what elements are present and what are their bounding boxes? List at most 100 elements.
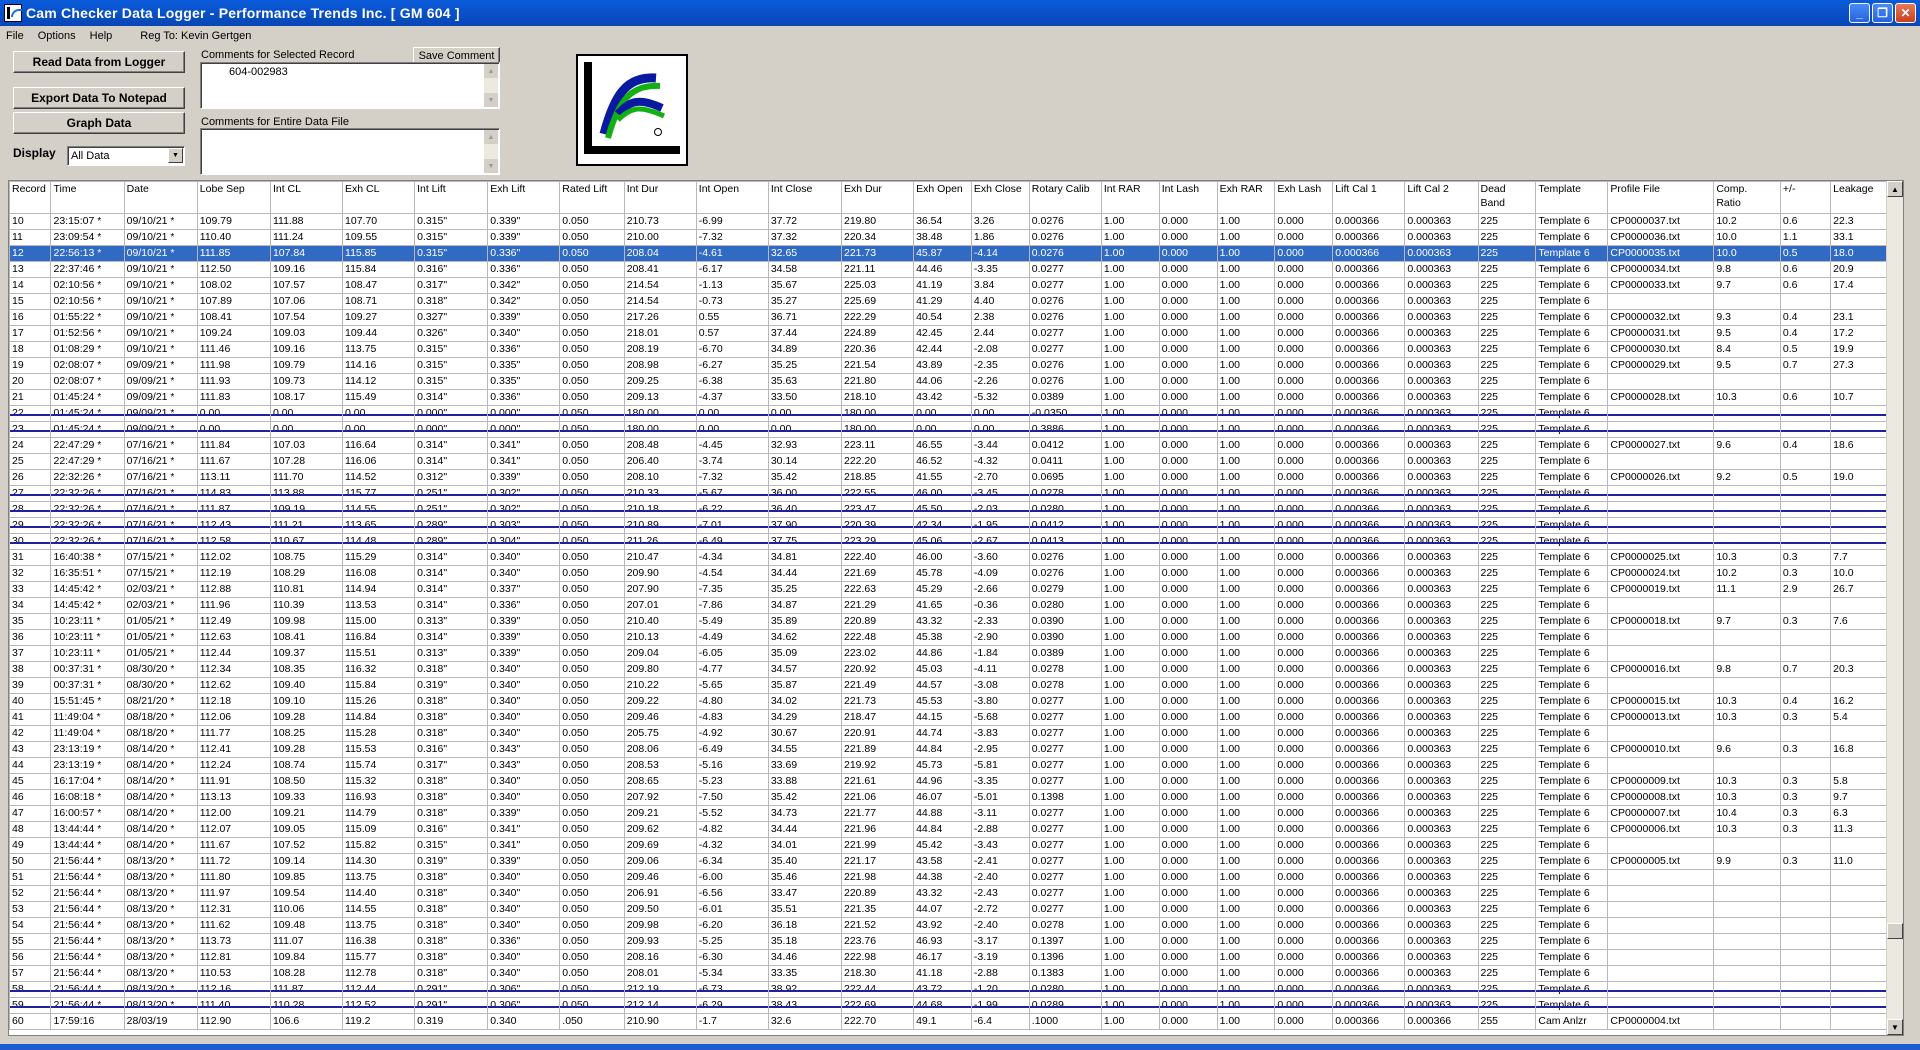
graph-data-button[interactable]: Graph Data xyxy=(13,112,185,134)
table-row[interactable]: 23 01:45:24 * 09/09/21 * 0.00 0.00 0.00 0.000"… xyxy=(9,421,1887,438)
column-header[interactable]: Lobe Sep xyxy=(196,181,271,214)
table-row[interactable]: 58 21:56:44 * 08/13/20 * 112.16 111.87 112.44… xyxy=(9,981,1887,998)
table-row[interactable]: 54 21:56:44 * 08/13/20 * 111.62 109.48 113.75… xyxy=(9,917,1887,934)
column-header[interactable]: Int Open xyxy=(695,181,769,214)
column-header[interactable]: +/- xyxy=(1779,181,1832,214)
table-row[interactable]: 12 22:56:13 * 09/10/21 * 111.85 107.84 115.85… xyxy=(9,245,1887,262)
column-header[interactable]: Time xyxy=(50,181,125,214)
column-header[interactable]: Dead Band xyxy=(1477,181,1537,214)
table-row[interactable]: 22 01:45:24 * 09/09/21 * 0.00 0.00 0.00 0.000"… xyxy=(9,405,1887,422)
column-header[interactable]: Exh RAR xyxy=(1216,181,1276,214)
grid-scrollbar[interactable]: ▲ ▼ xyxy=(1886,181,1903,1035)
table-row[interactable]: 35 10:23:11 * 01/05/21 * 112.49 109.98 115.00… xyxy=(9,613,1887,630)
scroll-down-icon[interactable]: ▼ xyxy=(484,159,498,173)
export-data-button[interactable]: Export Data To Notepad xyxy=(13,87,185,109)
column-header[interactable]: Date xyxy=(123,181,198,214)
table-row[interactable]: 49 13:44:44 * 08/14/20 * 111.67 107.52 115.82… xyxy=(9,837,1887,854)
table-row[interactable]: 10 23:15:07 * 09/10/21 * 109.79 111.88 107.70… xyxy=(9,213,1887,230)
read-data-button[interactable]: Read Data from Logger xyxy=(13,51,185,73)
table-row[interactable]: 31 16:40:38 * 07/15/21 * 112.02 108.75 115.29… xyxy=(9,549,1887,566)
minimize-icon[interactable]: _ xyxy=(1849,3,1870,23)
column-header[interactable]: Record xyxy=(9,181,52,214)
table-row[interactable]: 34 14:45:42 * 02/03/21 * 111.96 110.39 113.53… xyxy=(9,597,1887,614)
table-row[interactable]: 50 21:56:44 * 08/13/20 * 111.72 109.14 114.30… xyxy=(9,853,1887,870)
table-row[interactable]: 32 16:35:51 * 07/15/21 * 112.19 108.29 116.08… xyxy=(9,565,1887,582)
table-row[interactable]: 55 21:56:44 * 08/13/20 * 113.73 111.07 116.38… xyxy=(9,933,1887,950)
scroll-up-icon[interactable]: ▲ xyxy=(1887,181,1903,197)
table-row[interactable]: 30 22:32:26 * 07/16/21 * 112.58 110.67 114.48… xyxy=(9,533,1887,550)
menu-help[interactable]: Help xyxy=(90,30,113,42)
table-row[interactable]: 26 22:32:26 * 07/16/21 * 113.11 111.70 114.52… xyxy=(9,469,1887,486)
column-header[interactable]: Int Lash xyxy=(1158,181,1218,214)
table-row[interactable]: 29 22:32:26 * 07/16/21 * 112.43 111.21 113.65… xyxy=(9,517,1887,534)
column-header[interactable]: Comp. Ratio xyxy=(1713,181,1781,214)
table-row[interactable]: 43 23:13:19 * 08/14/20 * 112.41 109.28 115.53… xyxy=(9,741,1887,758)
column-header[interactable]: Profile File xyxy=(1607,181,1715,214)
table-row[interactable]: 13 22:37:46 * 09/10/21 * 112.50 109.16 115.84… xyxy=(9,261,1887,278)
column-header[interactable]: Exh Open xyxy=(913,181,972,214)
column-header[interactable]: Int Close xyxy=(767,181,843,214)
table-row[interactable]: 24 22:47:29 * 07/16/21 * 111.84 107.03 116.64… xyxy=(9,437,1887,454)
table-row[interactable]: 46 16:08:18 * 08/14/20 * 113.13 109.33 116.93… xyxy=(9,789,1887,806)
table-row[interactable]: 60 17:59:16 28/03/19 112.90 106.6 119.2 0.319 0… xyxy=(9,1013,1887,1030)
table-row[interactable]: 15 02:10:56 * 09/10/21 * 107.89 107.06 108.71… xyxy=(9,293,1887,310)
table-row[interactable]: 44 23:13:19 * 08/14/20 * 112.24 108.74 115.74… xyxy=(9,757,1887,774)
column-header[interactable]: Exh Lift xyxy=(487,181,561,214)
table-row[interactable]: 53 21:56:44 * 08/13/20 * 112.31 110.06 114.55… xyxy=(9,901,1887,918)
scroll-down-icon[interactable]: ▼ xyxy=(1887,1019,1903,1035)
scroll-down-icon[interactable]: ▼ xyxy=(484,93,498,107)
table-row[interactable]: 59 21:56:44 * 08/13/20 * 111.40 110.28 112.52… xyxy=(9,997,1887,1014)
table-row[interactable]: 19 02:08:07 * 09/09/21 * 111.98 109.79 114.16… xyxy=(9,357,1887,374)
column-header[interactable]: Lift Cal 2 xyxy=(1404,181,1479,214)
column-header[interactable]: Int Dur xyxy=(623,181,697,214)
table-row[interactable]: 39 00:37:31 * 08/30/20 * 112.62 109.40 115.84… xyxy=(9,677,1887,694)
table-row[interactable]: 18 01:08:29 * 09/10/21 * 111.46 109.16 113.75… xyxy=(9,341,1887,358)
column-header[interactable]: Exh Lash xyxy=(1274,181,1334,214)
table-row[interactable]: 14 02:10:56 * 09/10/21 * 108.02 107.57 108.47… xyxy=(9,277,1887,294)
table-row[interactable]: 37 10:23:11 * 01/05/21 * 112.44 109.37 115.51… xyxy=(9,645,1887,662)
table-row[interactable]: 42 11:49:04 * 08/18/20 * 111.77 108.25 115.28… xyxy=(9,725,1887,742)
table-row[interactable]: 45 16:17:04 * 08/14/20 * 111.91 108.50 115.32… xyxy=(9,773,1887,790)
table-row[interactable]: 56 21:56:44 * 08/13/20 * 112.81 109.84 115.77… xyxy=(9,949,1887,966)
column-header[interactable]: Template xyxy=(1535,181,1609,214)
table-row[interactable]: 20 02:08:07 * 09/09/21 * 111.93 109.73 114.12… xyxy=(9,373,1887,390)
table-row[interactable]: 36 10:23:11 * 01/05/21 * 112.63 108.41 116.84… xyxy=(9,629,1887,646)
scroll-up-icon[interactable]: ▲ xyxy=(484,64,498,78)
table-row[interactable]: 27 22:32:26 * 07/16/21 * 114.83 113.88 115.77… xyxy=(9,485,1887,502)
file-comment-field[interactable]: ▲ ▼ xyxy=(200,128,500,175)
table-row[interactable]: 48 13:44:44 * 08/14/20 * 112.07 109.05 115.09… xyxy=(9,821,1887,838)
table-row[interactable]: 11 23:09:54 * 09/10/21 * 110.40 111.24 109.55… xyxy=(9,229,1887,246)
file-comment-scrollbar[interactable]: ▲ ▼ xyxy=(484,130,498,173)
table-row[interactable]: 57 21:56:44 * 08/13/20 * 110.53 108.28 112.78… xyxy=(9,965,1887,982)
table-row[interactable]: 21 01:45:24 * 09/09/21 * 111.83 108.17 115.49… xyxy=(9,389,1887,406)
record-comment-scrollbar[interactable]: ▲ ▼ xyxy=(484,64,498,107)
table-row[interactable]: 25 22:47:29 * 07/16/21 * 111.67 107.28 116.06… xyxy=(9,453,1887,470)
table-row[interactable]: 16 01:55:22 * 09/10/21 * 108.41 107.54 109.27… xyxy=(9,309,1887,326)
chevron-down-icon[interactable]: ▼ xyxy=(168,148,183,163)
menu-options[interactable]: Options xyxy=(38,30,76,42)
data-grid[interactable]: Record Time Date Lobe Sep Int CL Exh CL Int Li… xyxy=(8,180,1904,1036)
table-row[interactable]: 41 11:49:04 * 08/18/20 * 112.06 109.28 114.84… xyxy=(9,709,1887,726)
column-header[interactable]: Rotary Calib xyxy=(1028,181,1102,214)
table-row[interactable]: 47 16:00:57 * 08/14/20 * 112.00 109.21 114.79… xyxy=(9,805,1887,822)
column-header[interactable]: Int RAR xyxy=(1100,181,1160,214)
table-row[interactable]: 28 22:32:26 * 07/16/21 * 111.87 109.19 114.55… xyxy=(9,501,1887,518)
column-header[interactable]: Lift Cal 1 xyxy=(1332,181,1406,214)
column-header[interactable]: Exh Close xyxy=(970,181,1030,214)
column-header[interactable]: Exh Dur xyxy=(840,181,915,214)
table-row[interactable]: 17 01:52:56 * 09/10/21 * 109.24 109.03 109.44… xyxy=(9,325,1887,342)
table-row[interactable]: 52 21:56:44 * 08/13/20 * 111.97 109.54 114.40… xyxy=(9,885,1887,902)
column-header[interactable]: Exh CL xyxy=(342,181,416,214)
table-row[interactable]: 38 00:37:31 * 08/30/20 * 112.34 108.35 116.32… xyxy=(9,661,1887,678)
restore-icon[interactable]: ❐ xyxy=(1872,3,1893,23)
scroll-up-icon[interactable]: ▲ xyxy=(484,130,498,144)
column-header[interactable]: Int Lift xyxy=(414,181,489,214)
record-comment-field[interactable]: 604-002983 ▲ ▼ xyxy=(200,62,500,109)
scroll-thumb[interactable] xyxy=(1887,923,1903,939)
close-icon[interactable]: ✕ xyxy=(1895,3,1916,23)
table-row[interactable]: 33 14:45:42 * 02/03/21 * 112.88 110.81 114.94… xyxy=(9,581,1887,598)
display-select[interactable]: All Data ▼ xyxy=(67,146,185,166)
column-header[interactable]: Leakage xyxy=(1830,181,1887,214)
column-header[interactable]: Int CL xyxy=(269,181,344,214)
menu-file[interactable]: File xyxy=(6,30,24,42)
